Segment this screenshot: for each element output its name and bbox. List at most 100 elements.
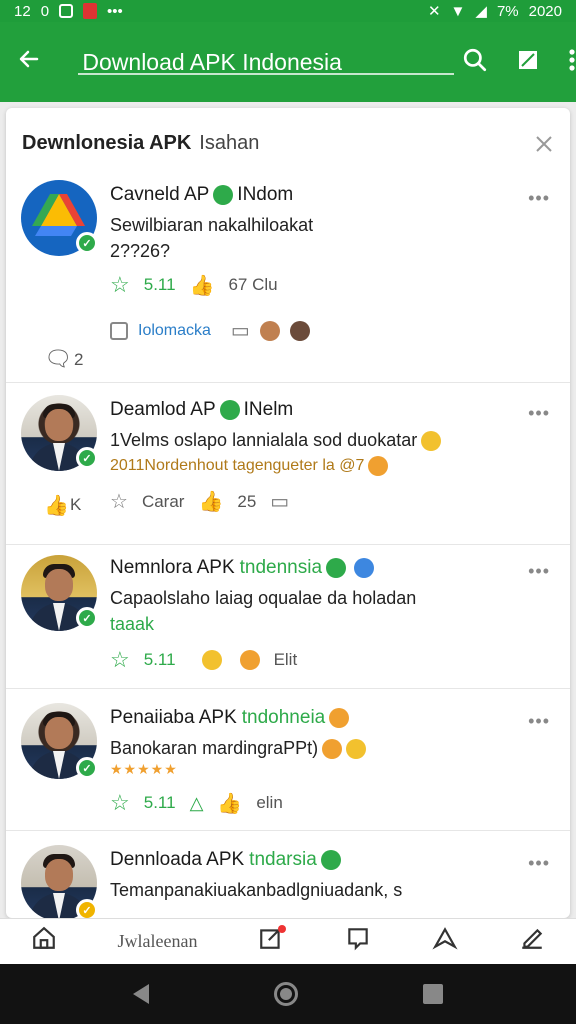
status-right: ✕ ▼ ◢ 7% 2020 xyxy=(427,2,562,21)
item-title: Nemnlora APK tndennsia xyxy=(110,545,550,579)
more-options-icon[interactable]: ••• xyxy=(528,711,550,732)
item-title: Cavneld AP INdom xyxy=(110,178,550,206)
more-vert-icon[interactable] xyxy=(568,48,576,77)
system-home-icon[interactable] xyxy=(273,982,298,1006)
item-name: Deamlod AP xyxy=(110,399,216,420)
status-clock: 2020 xyxy=(528,2,562,20)
battery-percent: 7% xyxy=(496,2,519,20)
like-icon[interactable]: 👍 xyxy=(198,489,223,514)
item-count: Elit xyxy=(273,650,298,669)
home-icon[interactable] xyxy=(31,925,57,958)
item-desc-1: 1Velms oslapo lannialala sod duokatar xyxy=(110,427,550,453)
mute-icon: ✕ xyxy=(427,3,441,20)
item-name: Nemnlora APK xyxy=(110,557,235,578)
more-options-icon[interactable]: ••• xyxy=(528,403,550,424)
chat-icon[interactable] xyxy=(345,925,371,958)
tag-link[interactable]: Iolomacka xyxy=(138,322,211,340)
smile-emoji-icon xyxy=(239,650,260,670)
item-name: Cavneld AP xyxy=(110,184,210,205)
comment-icon[interactable]: 🗨 xyxy=(44,346,72,372)
list-item[interactable]: ✓ Cavneld AP INdom ••• Sewilbiaran nakal… xyxy=(6,178,570,382)
item-rating: 5.11 xyxy=(143,793,176,812)
star-icon: ☆ xyxy=(110,647,130,672)
info-badge-icon xyxy=(354,558,375,578)
panel-title: Dewnlonesia APK xyxy=(22,131,192,154)
signal-icon: ◢ xyxy=(475,3,487,20)
list-item[interactable]: ✓ Penaiiaba APK tndohneia ••• Banokaran … xyxy=(6,688,570,830)
item-name-green: tndarsia xyxy=(249,849,317,870)
star-rating: ★★★★★ xyxy=(110,761,178,777)
comment-count: 2 xyxy=(74,350,84,369)
star-icon: ☆ xyxy=(110,790,130,815)
search-icon[interactable] xyxy=(462,47,488,78)
system-back-icon[interactable] xyxy=(132,984,149,1004)
list-item[interactable]: ✓ Dennloada APK tndarsia ••• Temanpanaki… xyxy=(6,830,570,918)
more-options-icon[interactable]: ••• xyxy=(528,561,550,582)
share-icon[interactable]: ▭ xyxy=(270,489,289,514)
list-item[interactable]: ✓ Deamlod AP INelm ••• 1Velms oslapo lan… xyxy=(6,382,570,544)
item-name-green: tndennsia xyxy=(239,557,323,578)
nav-label[interactable]: Jwlaleenan xyxy=(118,931,198,952)
upload-icon[interactable]: △ xyxy=(190,793,204,814)
bookmark-icon[interactable] xyxy=(516,48,540,77)
list-item[interactable]: ✓ Nemnlora APK tndennsia ••• Capaolslaho… xyxy=(6,544,570,688)
compose-icon[interactable] xyxy=(258,925,287,958)
star-icon: ☆ xyxy=(110,272,130,297)
item-name: Dennloada APK xyxy=(110,849,245,870)
item-name: Penaiiaba APK xyxy=(110,707,237,728)
item-desc-2: taaak xyxy=(110,614,155,634)
verified-icon: ✓ xyxy=(76,899,98,918)
avatar-face xyxy=(45,859,73,891)
verified-badge-icon xyxy=(320,850,341,870)
thumb-up-icon[interactable]: 👍 xyxy=(44,493,69,518)
mini-avatar-1 xyxy=(259,320,280,341)
item-desc-2-text: 2011Nordenhout tagengueter la @7 xyxy=(110,457,365,474)
search-field[interactable]: Download APK Indonesia xyxy=(58,37,454,87)
status-zero: 0 xyxy=(40,2,50,20)
like-icon[interactable]: 👍 xyxy=(217,791,242,816)
item-action[interactable]: Carar xyxy=(142,492,185,512)
more-options-icon[interactable]: ••• xyxy=(528,188,550,209)
smile-emoji-icon xyxy=(421,431,442,452)
system-home-dot xyxy=(279,988,292,1000)
item-desc-1: Capaolslaho laiag oqualae da holadan xyxy=(110,588,417,608)
status-time: 12 xyxy=(14,2,31,20)
panel-subtitle: Isahan xyxy=(199,131,260,154)
edit-icon[interactable] xyxy=(519,925,545,958)
tag-checkbox[interactable] xyxy=(110,321,128,340)
more-options-icon[interactable]: ••• xyxy=(528,853,550,874)
close-icon[interactable] xyxy=(534,130,554,161)
item-stats: ☆ 5.11 👍 67 Clu xyxy=(110,272,550,298)
star-outline-icon: ☆ xyxy=(110,491,128,513)
verified-icon: ✓ xyxy=(76,607,98,629)
like-icon[interactable]: 👍 xyxy=(190,273,215,298)
bookmark-nav-icon[interactable] xyxy=(432,925,459,958)
search-query[interactable]: Download APK Indonesia xyxy=(58,49,342,76)
app-notification-icon xyxy=(83,3,98,19)
badge-icon xyxy=(329,708,350,728)
item-stats: ☆ 5.11 Elit xyxy=(110,647,550,673)
item-desc-1-text: 1Velms oslapo lannialala sod duokatar xyxy=(110,430,418,450)
verified-icon: ✓ xyxy=(76,757,98,779)
item-desc-2: 2??26? xyxy=(110,241,171,261)
item-desc-1: Sewilbiaran nakalhiloakat xyxy=(110,215,314,235)
message-icon: ▭ xyxy=(230,320,250,342)
item-title: Penaiiaba APK tndohneia xyxy=(110,689,550,729)
item-title: Dennloada APK tndarsia xyxy=(110,831,550,871)
smile-emoji-icon xyxy=(346,739,367,760)
item-desc-1-text: Banokaran mardingraPPt) xyxy=(110,738,319,758)
react-emoji-icon xyxy=(201,650,222,670)
avatar-face xyxy=(45,569,73,601)
status-bar: 12 0 ••• ✕ ▼ ◢ 7% 2020 xyxy=(0,0,576,22)
item-stats: ☆ Carar 👍 25 ▭ xyxy=(110,489,550,514)
tag-row: Iolomacka ▭ xyxy=(110,318,550,343)
back-arrow-icon[interactable] xyxy=(0,45,58,79)
verified-icon: ✓ xyxy=(76,447,98,469)
more-notifications-icon: ••• xyxy=(107,2,123,20)
verified-icon: ✓ xyxy=(76,232,98,254)
system-recents-icon[interactable] xyxy=(423,984,444,1004)
item-title: Deamlod AP INelm xyxy=(110,383,550,421)
badge-emoji-icon xyxy=(368,455,389,476)
avatar-face xyxy=(45,717,73,749)
verified-badge-icon xyxy=(326,558,347,578)
